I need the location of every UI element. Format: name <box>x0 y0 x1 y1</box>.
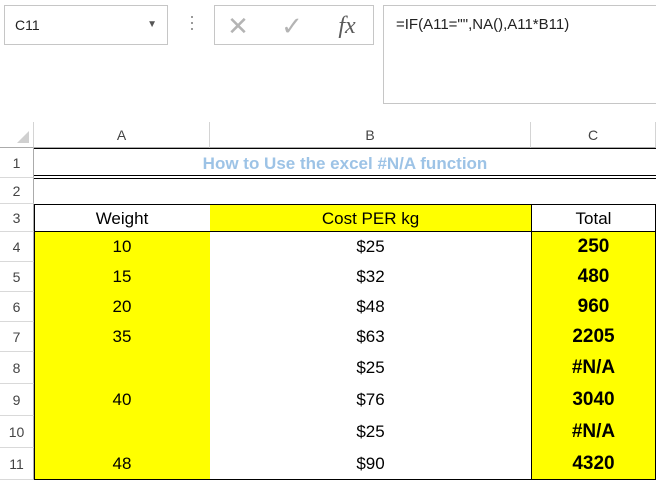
header-cell-b[interactable]: Cost PER kg <box>210 204 531 232</box>
data-cell-b[interactable]: $63 <box>210 322 531 352</box>
header-cell-a[interactable]: Weight <box>34 204 210 232</box>
enter-icon[interactable]: ✓ <box>275 12 309 40</box>
data-cell-c[interactable]: 4320 <box>531 448 656 480</box>
row-header[interactable]: 10 <box>0 416 34 448</box>
formula-bar: C11 ▼ ✕ ✓ fx =IF(A11="",NA(),A11*B11) <box>0 0 656 108</box>
row-header[interactable]: 7 <box>0 322 34 352</box>
name-box-value: C11 <box>15 17 40 33</box>
title-underline <box>34 175 656 176</box>
row-header[interactable]: 1 <box>0 148 34 178</box>
row-header[interactable]: 2 <box>0 178 34 204</box>
sheet-title[interactable]: How to Use the excel #N/A function <box>34 148 656 178</box>
data-cell-b[interactable]: $90 <box>210 448 531 480</box>
data-cell-a[interactable]: 40 <box>34 384 210 416</box>
header-cell-c[interactable]: Total <box>531 204 656 232</box>
column-header-c[interactable]: C <box>531 122 656 148</box>
select-all-corner[interactable] <box>0 122 34 148</box>
data-cell-a[interactable]: 20 <box>34 292 210 322</box>
data-cell-a[interactable]: 35 <box>34 322 210 352</box>
data-cell-a[interactable] <box>34 416 210 448</box>
column-header-a[interactable]: A <box>34 122 210 148</box>
data-cell-a[interactable] <box>34 352 210 384</box>
column-header-b[interactable]: B <box>210 122 531 148</box>
drag-handle-icon[interactable] <box>189 12 195 38</box>
insert-function-icon[interactable]: fx <box>327 12 367 40</box>
title-underline <box>34 178 656 179</box>
data-cell-a[interactable]: 10 <box>34 232 210 262</box>
data-cell-b[interactable]: $25 <box>210 352 531 384</box>
table-border-left <box>34 204 35 480</box>
row-header[interactable]: 8 <box>0 352 34 384</box>
chevron-down-icon[interactable]: ▼ <box>147 19 157 30</box>
data-cell-b[interactable]: $48 <box>210 292 531 322</box>
data-cell-c[interactable]: 3040 <box>531 384 656 416</box>
data-cell-c[interactable]: #N/A <box>531 352 656 384</box>
data-cell-c[interactable]: 960 <box>531 292 656 322</box>
data-cell-b[interactable]: $25 <box>210 416 531 448</box>
row-header[interactable]: 6 <box>0 292 34 322</box>
data-cell-c[interactable]: 2205 <box>531 322 656 352</box>
data-cell-b[interactable]: $76 <box>210 384 531 416</box>
name-box[interactable]: C11 ▼ <box>4 5 168 45</box>
data-cell-b[interactable]: $32 <box>210 262 531 292</box>
data-cell-c[interactable]: #N/A <box>531 416 656 448</box>
row-header[interactable]: 3 <box>0 204 34 232</box>
cancel-icon[interactable]: ✕ <box>221 12 255 40</box>
formula-input[interactable]: =IF(A11="",NA(),A11*B11) <box>383 5 656 104</box>
row-header[interactable]: 9 <box>0 384 34 416</box>
data-cell-c[interactable]: 480 <box>531 262 656 292</box>
data-cell-b[interactable]: $25 <box>210 232 531 262</box>
row-header[interactable]: 11 <box>0 448 34 480</box>
row-header[interactable]: 4 <box>0 232 34 262</box>
data-cell-c[interactable]: 250 <box>531 232 656 262</box>
row-header[interactable]: 5 <box>0 262 34 292</box>
data-cell-a[interactable]: 15 <box>34 262 210 292</box>
data-cell-a[interactable]: 48 <box>34 448 210 480</box>
formula-buttons: ✕ ✓ fx <box>214 5 374 45</box>
